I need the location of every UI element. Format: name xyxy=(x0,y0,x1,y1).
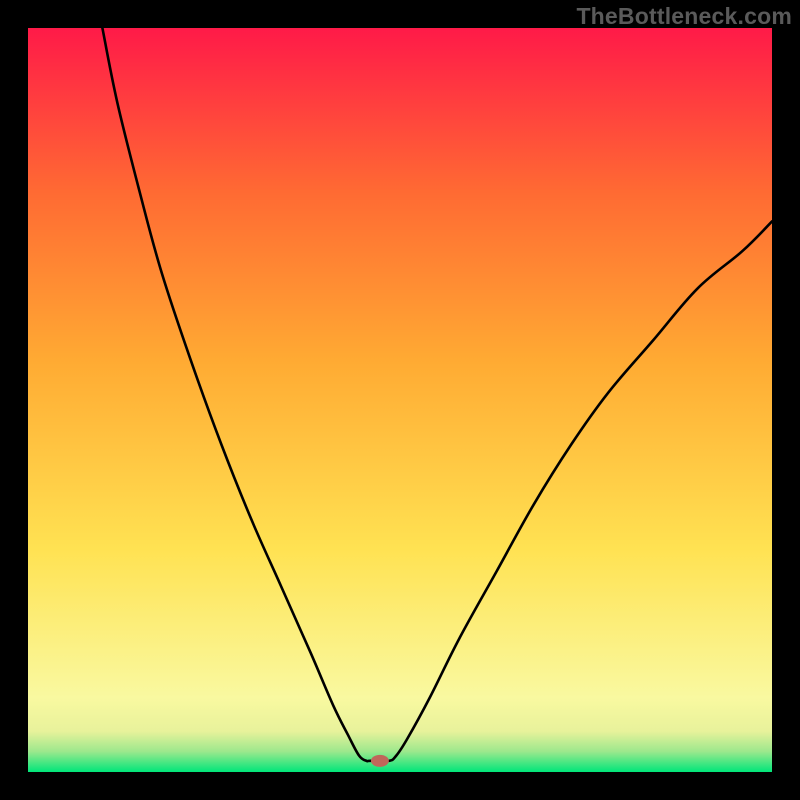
watermark: TheBottleneck.com xyxy=(576,3,792,30)
bottleneck-chart xyxy=(0,0,800,800)
plot-background xyxy=(28,28,772,772)
minimum-marker xyxy=(371,755,389,767)
chart-container: TheBottleneck.com xyxy=(0,0,800,800)
